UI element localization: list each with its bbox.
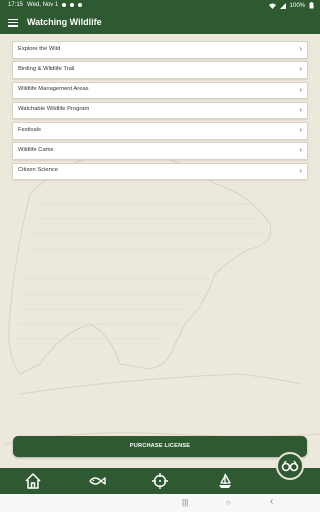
- crosshair-icon[interactable]: [150, 471, 170, 491]
- wifi-icon: [268, 3, 276, 9]
- menu-list: Explore the Wild › Birding & Wildlife Tr…: [12, 41, 308, 183]
- list-item-festivals[interactable]: Festivals ›: [12, 122, 308, 140]
- status-bar: 17:15 Wed, Nov 1 100%: [0, 0, 320, 11]
- app-bar: Watching Wildlife: [0, 11, 320, 34]
- list-item-label: Birding & Wildlife Trail: [18, 65, 75, 72]
- chevron-right-icon: ›: [299, 145, 302, 155]
- recents-button[interactable]: |||: [182, 498, 188, 507]
- purchase-license-button[interactable]: PURCHASE LICENSE: [13, 436, 307, 457]
- notification-icon: [78, 3, 83, 7]
- list-item-label: Citizen Science: [18, 167, 58, 174]
- chevron-right-icon: ›: [299, 44, 302, 53]
- list-item-explore-the-wild[interactable]: Explore the Wild ›: [12, 41, 308, 59]
- signal-icon: [279, 2, 286, 9]
- list-item-label: Watchable Wildlife Program: [18, 106, 90, 113]
- hamburger-menu-icon[interactable]: [8, 17, 18, 27]
- list-item-label: Explore the Wild: [18, 45, 61, 52]
- list-item-label: Festivals: [18, 126, 41, 133]
- system-navigation-bar: ||| ○ ‹: [0, 494, 320, 512]
- list-item-wildlife-cams[interactable]: Wildlife Cams ›: [12, 142, 308, 160]
- chevron-right-icon: ›: [299, 125, 302, 135]
- notification-icon: [62, 3, 67, 7]
- home-icon[interactable]: [23, 471, 43, 491]
- list-item-watchable-wildlife-program[interactable]: Watchable Wildlife Program ›: [12, 101, 308, 120]
- battery-percent: 100%: [289, 2, 305, 9]
- purchase-license-label: PURCHASE LICENSE: [129, 443, 191, 449]
- chevron-right-icon: ›: [299, 165, 302, 175]
- list-item-label: Wildlife Cams: [18, 146, 54, 153]
- list-item-label: Wildlife Management Areas: [18, 86, 89, 93]
- page-title: Watching Wildlife: [27, 17, 102, 27]
- chevron-right-icon: ›: [299, 104, 302, 114]
- fish-icon[interactable]: [87, 471, 107, 491]
- back-button[interactable]: ‹: [270, 496, 273, 507]
- notification-icon: [70, 3, 75, 7]
- status-time: 17:15: [8, 2, 24, 8]
- home-button[interactable]: ○: [226, 498, 231, 507]
- sailboat-icon[interactable]: [215, 471, 235, 491]
- list-item-citizen-science[interactable]: Citizen Science ›: [12, 162, 308, 181]
- binoculars-icon: [281, 460, 299, 472]
- bottom-navigation: [0, 468, 320, 494]
- binoculars-button[interactable]: [276, 452, 304, 480]
- battery-icon: [309, 2, 314, 9]
- list-item-wildlife-management-areas[interactable]: Wildlife Management Areas ›: [12, 81, 308, 100]
- list-item-birding-wildlife-trail[interactable]: Birding & Wildlife Trail ›: [12, 61, 308, 79]
- status-date: Wed, Nov 1: [27, 2, 59, 8]
- chevron-right-icon: ›: [299, 84, 302, 94]
- chevron-right-icon: ›: [299, 64, 302, 74]
